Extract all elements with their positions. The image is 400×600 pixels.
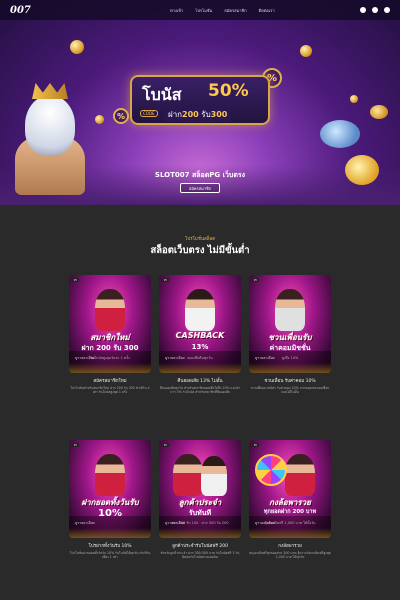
card-overlay[interactable]: ดูรายละเอียด — [159, 516, 241, 538]
model-figure-image — [275, 289, 305, 331]
card-title: กงล้อพารวย — [278, 544, 302, 549]
card-description: หมุนกงล้อฟรีทุกยอดฝาก 200 บาท ลุ้นรางวัล… — [249, 551, 331, 560]
section-kicker: โปรโมชั่นสล็อต — [184, 237, 216, 242]
facebook-icon[interactable] — [360, 7, 366, 13]
nav-link-entrance[interactable]: ทางเข้า — [170, 7, 183, 14]
card-overlay[interactable]: ดูรายละเอียด — [249, 351, 331, 373]
model-figure-image — [285, 454, 315, 496]
promo-card-image[interactable]: Pl ชวนเพื่อนรับ ค่าคอมมิชชั่น สูงถึง 10%… — [249, 275, 331, 373]
bonus-percent: 50% — [208, 81, 249, 101]
coin-icon — [70, 40, 84, 54]
promo-card-image[interactable]: Pl กงล้อพารวย ทุกยอดฝาก 200 บาท ลุ้นเครด… — [249, 440, 331, 538]
coin-icon — [350, 95, 358, 103]
bonus-sub-a: 200 — [182, 110, 199, 119]
model-figure-image — [95, 289, 125, 331]
promo-card-loyal-customer[interactable]: Pl ลูกค้าประจำ รับทันที ฝาก 300 รับ 100 … — [159, 440, 241, 560]
top-nav-bar: 007 ทางเข้า โปรโมชั่น สมัครสมาชิก ติดต่อ… — [0, 0, 400, 20]
card-title: สมัครสมาชิกใหม่ — [93, 379, 127, 384]
card-caption-sub: 13% — [191, 343, 209, 351]
lucky-wheel-icon — [255, 454, 287, 486]
card-overlay[interactable]: ดูรายละเอียด — [249, 516, 331, 538]
card-title: ชวนเพื่อน รับค่าคอม 10% — [264, 379, 316, 384]
card-overlay-text: ดูรายละเอียด — [75, 356, 95, 360]
card-tag: Pl — [252, 443, 259, 447]
promo-card-lucky-wheel[interactable]: Pl กงล้อพารวย ทุกยอดฝาก 200 บาท ลุ้นเครด… — [249, 440, 331, 560]
model-figure-image — [185, 289, 215, 331]
register-button[interactable]: สมัครสมาชิก — [180, 183, 220, 193]
main-nav: ทางเข้า โปรโมชั่น สมัครสมาชิก ติดต่อเรา — [170, 7, 275, 14]
hero-banner: % % โบนัส 50% CODE ฝาก200 รับ300 SLOT007… — [0, 0, 400, 205]
promo-card-image[interactable]: Pl ฝากยอดทั้งวันรับ 10% ดูรายละเอียด — [69, 440, 151, 538]
promo-card-image[interactable]: Pl สมาชิกใหม่ ฝาก 200 รับ 300 รับโบนัสสู… — [69, 275, 151, 373]
card-tag: Pl — [72, 443, 79, 447]
card-caption-sub: ทุกยอดฝาก 200 บาท — [263, 509, 317, 515]
card-tag: Pl — [162, 278, 169, 282]
nav-link-register[interactable]: สมัครสมาชิก — [224, 7, 246, 14]
sea-creatures-image — [310, 100, 390, 200]
card-description: โปรโมชั่นสำหรับสมาชิกใหม่ ฝาก 200 รับ 30… — [70, 386, 150, 395]
promo-card-referral[interactable]: Pl ชวนเพื่อนรับ ค่าคอมมิชชั่น สูงถึง 10%… — [249, 275, 331, 395]
bonus-sub-pre: ฝาก — [168, 110, 183, 119]
promo-card-new-member[interactable]: Pl สมาชิกใหม่ ฝาก 200 รับ 300 รับโบนัสสู… — [69, 275, 151, 395]
card-description: คืนยอดเสียทุกวัน สำหรับสมาชิกยอดเสียไม่ถ… — [159, 386, 241, 395]
card-overlay-text: ดูรายละเอียด — [165, 356, 185, 360]
bonus-title: โบนัส — [142, 85, 182, 104]
card-title: คืนยอดเสีย 13% ไม่อั้น — [177, 379, 223, 384]
card-title: ลูกค้าประจำรับโบนัสฟรี 200 — [172, 544, 228, 549]
bonus-deposit-offer: ฝาก200 รับ300 — [164, 107, 232, 122]
promo-card-cashback[interactable]: Pl CASHBACK 13% ยอดเสียคืนทุกวัน ดูรายละ… — [159, 275, 241, 395]
model-figure-image — [95, 454, 125, 496]
nav-link-promotions[interactable]: โปรโมชั่น — [195, 7, 212, 14]
promo-card-image[interactable]: Pl CASHBACK 13% ยอดเสียคืนทุกวัน ดูรายละ… — [159, 275, 241, 373]
bonus-code-label: CODE — [140, 110, 158, 117]
hero-title: SLOT007 สล็อตPG เว็บตรง — [154, 171, 246, 179]
page: % % โบนัส 50% CODE ฝาก200 รับ300 SLOT007… — [0, 0, 400, 600]
chat-icon[interactable] — [384, 7, 390, 13]
card-caption-main: CASHBACK — [175, 331, 225, 340]
site-logo[interactable]: 007 — [10, 5, 70, 16]
model-figure-image — [201, 456, 227, 496]
coin-icon — [300, 45, 312, 57]
card-overlay[interactable]: ดูรายละเอียด — [69, 351, 151, 373]
coin-icon — [95, 115, 104, 124]
card-overlay-text: ดูรายละเอียด — [165, 521, 185, 525]
bonus-sub-b: 300 — [210, 110, 228, 119]
bonus-sub-mid: รับ — [201, 110, 211, 119]
model-figure-image — [173, 454, 203, 496]
line-icon[interactable] — [372, 7, 378, 13]
percent-badge-icon: % — [113, 108, 129, 124]
bonus-banner: โบนัส 50% CODE ฝาก200 รับ300 — [130, 75, 270, 125]
card-tag: Pl — [162, 443, 169, 447]
card-overlay[interactable]: ดูรายละเอียด — [159, 351, 241, 373]
nav-link-contact[interactable]: ติดต่อเรา — [259, 7, 275, 14]
card-description: ชวนเพื่อนมาสมัคร รับค่าคอม 10% จากยอดเล่… — [250, 386, 330, 395]
card-title: โปรฝากทั้งวันรับ 10% — [88, 544, 132, 549]
promo-card-daily-deposit[interactable]: Pl ฝากยอดทั้งวันรับ 10% ดูรายละเอียด โปร… — [69, 440, 151, 560]
promo-card-image[interactable]: Pl ลูกค้าประจำ รับทันที ฝาก 300 รับ 100 … — [159, 440, 241, 538]
card-overlay-text: ดูรายละเอียด — [255, 521, 275, 525]
card-overlay-text: ดูรายละเอียด — [255, 356, 275, 360]
card-overlay-text: ดูรายละเอียด — [75, 521, 95, 525]
card-tag: Pl — [72, 278, 79, 282]
card-overlay[interactable]: ดูรายละเอียด — [69, 516, 151, 538]
social-links — [360, 7, 390, 13]
card-description: โปรโมชั่นฝากยอดทั้งวันรับ 10% รับโบนัสได… — [69, 551, 151, 560]
card-tag: Pl — [252, 278, 259, 282]
card-description: สำหรับลูกค้าประจำ ฝาก 300-500 บาท รับโบน… — [160, 551, 240, 560]
section-title: สล็อตเว็บตรง ไม่มีขั้นต่ำ — [150, 245, 250, 256]
